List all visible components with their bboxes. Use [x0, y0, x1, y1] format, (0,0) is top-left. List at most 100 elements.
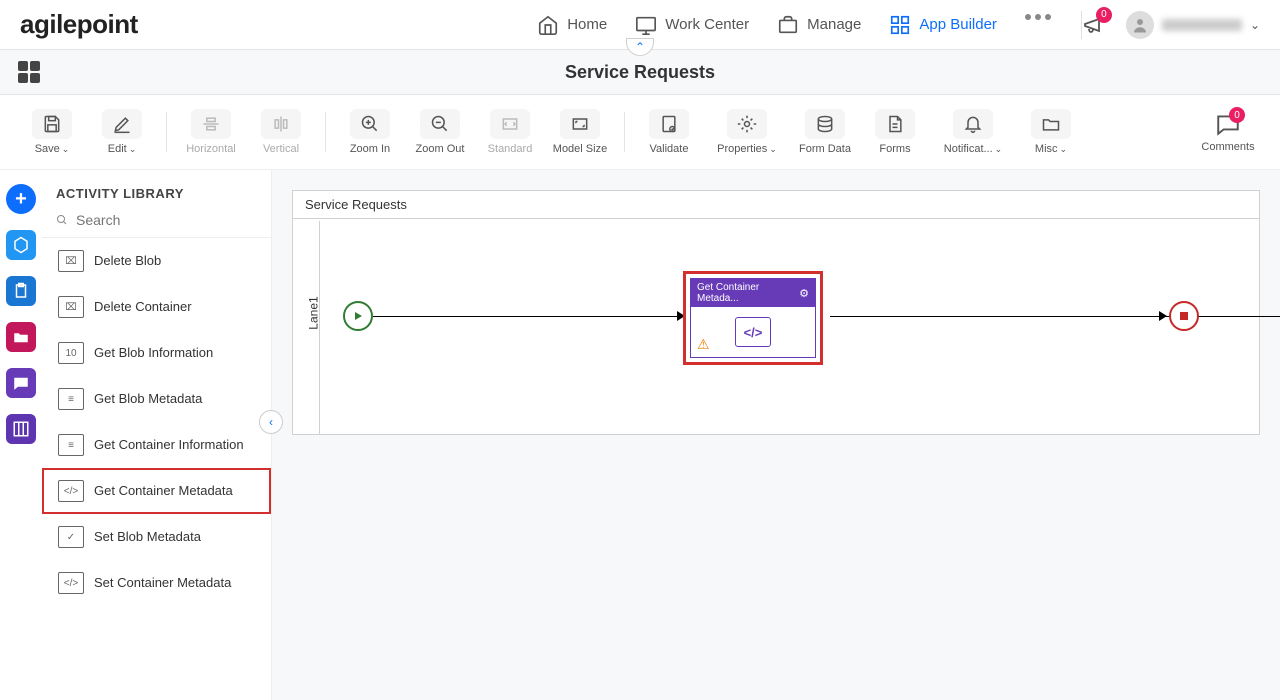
comments-button[interactable]: 0 Comments — [1196, 102, 1260, 162]
lib-item-get-blob-information[interactable]: 10Get Blob Information — [42, 330, 271, 376]
zoom-in-button[interactable]: Zoom In — [338, 102, 402, 162]
comments-badge: 0 — [1229, 107, 1245, 123]
activity-list: ⌧Delete Blob ⌧Delete Container 10Get Blo… — [42, 238, 271, 700]
notifications-label: Notificat... — [944, 143, 993, 155]
forms-label: Forms — [879, 143, 910, 155]
activity-icon: </> — [58, 572, 84, 594]
separator — [624, 112, 625, 152]
end-node[interactable] — [1169, 301, 1199, 331]
activity-header: Get Container Metada... ⚙ — [691, 279, 815, 307]
database-icon — [815, 114, 835, 134]
activity-icon: ⌧ — [58, 296, 84, 318]
rail-button-4[interactable] — [6, 368, 36, 398]
folder-icon — [12, 328, 30, 346]
nav-work-center[interactable]: Work Center — [635, 14, 749, 36]
rail-button-3[interactable] — [6, 322, 36, 352]
misc-label: Misc — [1035, 143, 1058, 155]
zoom-in-label: Zoom In — [350, 143, 390, 155]
horizontal-icon — [201, 114, 221, 134]
lib-item-set-container-metadata[interactable]: </>Set Container Metadata — [42, 560, 271, 606]
lib-item-get-container-metadata[interactable]: </>Get Container Metadata — [42, 468, 271, 514]
vertical-label: Vertical — [263, 143, 299, 155]
sidebar: ACTIVITY LIBRARY ⌧Delete Blob ⌧Delete Co… — [42, 170, 272, 700]
gear-icon[interactable]: ⚙ — [799, 287, 809, 300]
save-button[interactable]: Save⌄ — [20, 102, 84, 162]
grid-icon — [889, 14, 911, 36]
clipboard-icon — [12, 282, 30, 300]
lib-item-delete-container[interactable]: ⌧Delete Container — [42, 284, 271, 330]
connector[interactable] — [830, 316, 1280, 317]
lib-item-get-container-information[interactable]: ≡Get Container Information — [42, 422, 271, 468]
horizontal-label: Horizontal — [186, 143, 236, 155]
form-data-button[interactable]: Form Data — [793, 102, 857, 162]
standard-icon — [500, 114, 520, 134]
lib-item-get-blob-metadata[interactable]: ≡Get Blob Metadata — [42, 376, 271, 422]
misc-button[interactable]: Misc⌄ — [1019, 102, 1083, 162]
nav-manage[interactable]: Manage — [777, 14, 861, 36]
search-input[interactable] — [76, 212, 257, 228]
zoom-out-label: Zoom Out — [416, 143, 465, 155]
gear-icon — [737, 114, 757, 134]
model-size-label: Model Size — [553, 143, 607, 155]
nav-home-label: Home — [567, 16, 607, 33]
warning-icon: ⚠ — [697, 336, 710, 353]
nav-more[interactable] — [1025, 14, 1051, 36]
main-nav: Home Work Center Manage App Builder — [537, 14, 1051, 36]
canvas-title: Service Requests — [293, 191, 1259, 219]
vertical-button[interactable]: Vertical — [249, 102, 313, 162]
collapse-sidebar-button[interactable]: ‹ — [259, 410, 283, 434]
nav-home[interactable]: Home — [537, 14, 607, 36]
rail-button-2[interactable] — [6, 276, 36, 306]
logo[interactable]: agilepoint — [20, 9, 138, 40]
rail-button-5[interactable] — [6, 414, 36, 444]
properties-button[interactable]: Properties⌄ — [707, 102, 787, 162]
edit-button[interactable]: Edit⌄ — [90, 102, 154, 162]
model-size-button[interactable]: Model Size — [548, 102, 612, 162]
lib-item-set-blob-metadata[interactable]: ✓Set Blob Metadata — [42, 514, 271, 560]
apps-grid-button[interactable] — [18, 61, 40, 83]
notifications-button[interactable]: 0 — [1082, 13, 1106, 37]
form-data-label: Form Data — [799, 143, 851, 155]
activity-icon: ≡ — [58, 434, 84, 456]
avatar — [1126, 11, 1154, 39]
activity-body: ⚠ </> — [691, 307, 815, 357]
comments-label: Comments — [1201, 141, 1254, 153]
separator — [166, 112, 167, 152]
forms-button[interactable]: Forms — [863, 102, 927, 162]
standard-button[interactable]: Standard — [478, 102, 542, 162]
forms-icon — [885, 114, 905, 134]
search-wrap — [42, 211, 271, 238]
search-icon — [56, 211, 68, 229]
nav-app-builder[interactable]: App Builder — [889, 14, 997, 36]
start-node[interactable] — [343, 301, 373, 331]
canvas[interactable]: Service Requests Lane1 Get Container Met… — [292, 190, 1260, 435]
edit-icon — [112, 114, 132, 134]
validate-button[interactable]: Validate — [637, 102, 701, 162]
user-name — [1162, 19, 1242, 31]
rail-add-button[interactable]: + — [6, 184, 36, 214]
notifications-button[interactable]: Notificat...⌄ — [933, 102, 1013, 162]
bell-icon — [963, 114, 983, 134]
horizontal-button[interactable]: Horizontal — [179, 102, 243, 162]
connector[interactable] — [373, 316, 683, 317]
zoom-out-button[interactable]: Zoom Out — [408, 102, 472, 162]
activity-icon: ✓ — [58, 526, 84, 548]
validate-label: Validate — [650, 143, 689, 155]
properties-label: Properties — [717, 143, 767, 155]
collapse-header-button[interactable]: ⌃ — [626, 38, 654, 56]
page-title: Service Requests — [565, 62, 715, 83]
code-icon: </> — [735, 317, 771, 347]
activity-icon: ≡ — [58, 388, 84, 410]
sidebar-title: ACTIVITY LIBRARY — [42, 170, 271, 211]
user-menu[interactable]: ⌄ — [1126, 11, 1260, 39]
lane-border — [319, 221, 320, 434]
nav-app-builder-label: App Builder — [919, 16, 997, 33]
activity-get-container-metadata[interactable]: Get Container Metada... ⚙ ⚠ </> — [683, 271, 823, 365]
subheader: ⌃ Service Requests — [0, 50, 1280, 95]
lib-item-delete-blob[interactable]: ⌧Delete Blob — [42, 238, 271, 284]
save-icon — [42, 114, 62, 134]
activity-icon: 10 — [58, 342, 84, 364]
nav-manage-label: Manage — [807, 16, 861, 33]
rail-button-1[interactable] — [6, 230, 36, 260]
validate-icon — [659, 114, 679, 134]
